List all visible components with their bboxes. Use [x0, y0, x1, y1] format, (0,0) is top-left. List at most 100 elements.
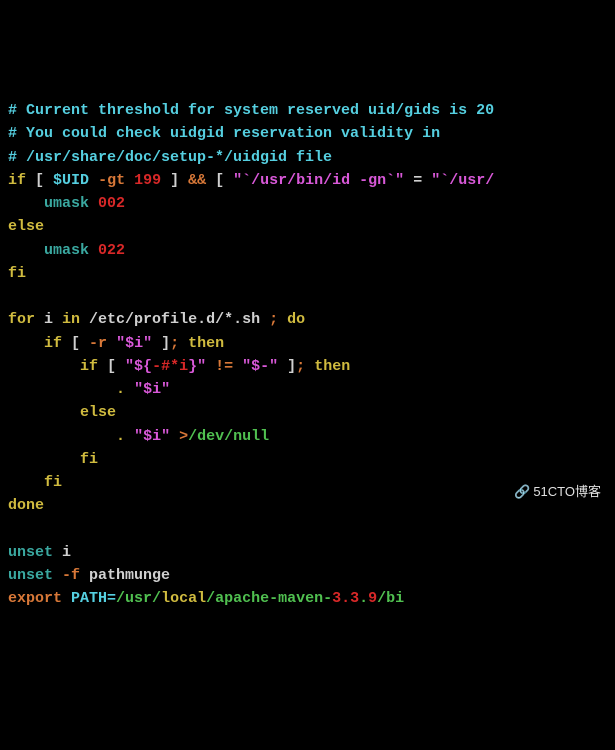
code-token: then	[188, 335, 224, 352]
code-token: ;	[296, 358, 305, 375]
code-token: [	[62, 335, 89, 352]
code-token: umask	[44, 242, 89, 259]
code-token: -r	[89, 335, 107, 352]
code-token: "$i"	[134, 381, 170, 398]
code-token	[8, 474, 44, 491]
code-line: if [ "${-#*i}" != "$-" ]; then	[8, 355, 607, 378]
code-token: fi	[8, 265, 26, 282]
code-token: ;	[269, 311, 278, 328]
code-token	[8, 358, 80, 375]
code-token: .	[116, 381, 125, 398]
code-token: 9	[368, 590, 377, 607]
code-token: /bi	[377, 590, 404, 607]
terminal-code-block: # Current threshold for system reserved …	[8, 99, 607, 611]
code-line: for i in /etc/profile.d/*.sh ; do	[8, 308, 607, 331]
code-line: fi	[8, 262, 607, 285]
code-line: umask 002	[8, 192, 607, 215]
code-token: -gt	[98, 172, 125, 189]
code-token: .	[116, 428, 125, 445]
code-token: do	[287, 311, 305, 328]
code-token	[62, 590, 71, 607]
code-line	[8, 285, 607, 308]
code-line: else	[8, 215, 607, 238]
code-token	[278, 311, 287, 328]
code-token: PATH=	[71, 590, 116, 607]
code-line: if [ -r "$i" ]; then	[8, 332, 607, 355]
code-token: &&	[188, 172, 206, 189]
code-line: fi	[8, 448, 607, 471]
code-token: "`/usr/	[431, 172, 494, 189]
code-token	[170, 428, 179, 445]
code-token	[206, 358, 215, 375]
code-token: 002	[98, 195, 125, 212]
code-token: pathmunge	[80, 567, 170, 584]
code-line: else	[8, 401, 607, 424]
code-token: $UID	[53, 172, 89, 189]
code-token: }"	[188, 358, 206, 375]
code-line	[8, 518, 607, 541]
code-token: /apache-maven-	[206, 590, 332, 607]
code-token: /dev/null	[188, 428, 269, 445]
code-token: >	[179, 428, 188, 445]
code-token: unset	[8, 567, 53, 584]
code-token: local	[161, 590, 206, 607]
code-token: else	[8, 218, 44, 235]
code-line: umask 022	[8, 239, 607, 262]
code-token	[107, 335, 116, 352]
code-token: .	[359, 590, 368, 607]
code-token: /usr/	[116, 590, 161, 607]
code-token: =	[404, 172, 431, 189]
code-token: "$i"	[116, 335, 152, 352]
code-token: "${	[125, 358, 152, 375]
code-token: ]	[278, 358, 296, 375]
code-line: export PATH=/usr/local/apache-maven-3.3.…	[8, 587, 607, 610]
code-token: if	[80, 358, 98, 375]
code-token	[8, 335, 44, 352]
code-token	[89, 242, 98, 259]
code-token: ;	[170, 335, 179, 352]
code-token: /etc/profile.d/*.sh	[80, 311, 269, 328]
code-token: if	[8, 172, 26, 189]
code-token	[8, 242, 44, 259]
code-token: -#*i	[152, 358, 188, 375]
code-token: !=	[215, 358, 233, 375]
code-token	[305, 358, 314, 375]
code-token	[8, 288, 17, 305]
code-token: ]	[152, 335, 170, 352]
code-token	[53, 567, 62, 584]
code-token	[8, 381, 116, 398]
watermark-badge: 51CTO博客	[508, 480, 607, 504]
code-token: [	[98, 358, 125, 375]
code-token	[89, 195, 98, 212]
code-token: 199	[134, 172, 161, 189]
code-token	[8, 521, 17, 538]
code-token	[179, 335, 188, 352]
code-token: 022	[98, 242, 125, 259]
code-token: umask	[44, 195, 89, 212]
code-token	[8, 428, 116, 445]
code-token	[233, 358, 242, 375]
code-token: fi	[44, 474, 62, 491]
code-token: for	[8, 311, 35, 328]
code-line: unset -f pathmunge	[8, 564, 607, 587]
code-line: # Current threshold for system reserved …	[8, 99, 607, 122]
code-token: unset	[8, 544, 53, 561]
code-line: # You could check uidgid reservation val…	[8, 122, 607, 145]
code-token	[125, 381, 134, 398]
code-token	[8, 195, 44, 212]
code-token: in	[62, 311, 80, 328]
code-token: "$-"	[242, 358, 278, 375]
code-token: then	[314, 358, 350, 375]
code-line: . "$i"	[8, 378, 607, 401]
code-token	[8, 404, 80, 421]
code-token: i	[53, 544, 71, 561]
code-token: i	[35, 311, 62, 328]
code-token: "`/usr/bin/id -gn`"	[233, 172, 404, 189]
code-line: unset i	[8, 541, 607, 564]
code-token	[125, 428, 134, 445]
code-token: else	[80, 404, 116, 421]
code-token: -f	[62, 567, 80, 584]
code-line: # /usr/share/doc/setup-*/uidgid file	[8, 146, 607, 169]
code-token: if	[44, 335, 62, 352]
code-token: # /usr/share/doc/setup-*/uidgid file	[8, 149, 332, 166]
